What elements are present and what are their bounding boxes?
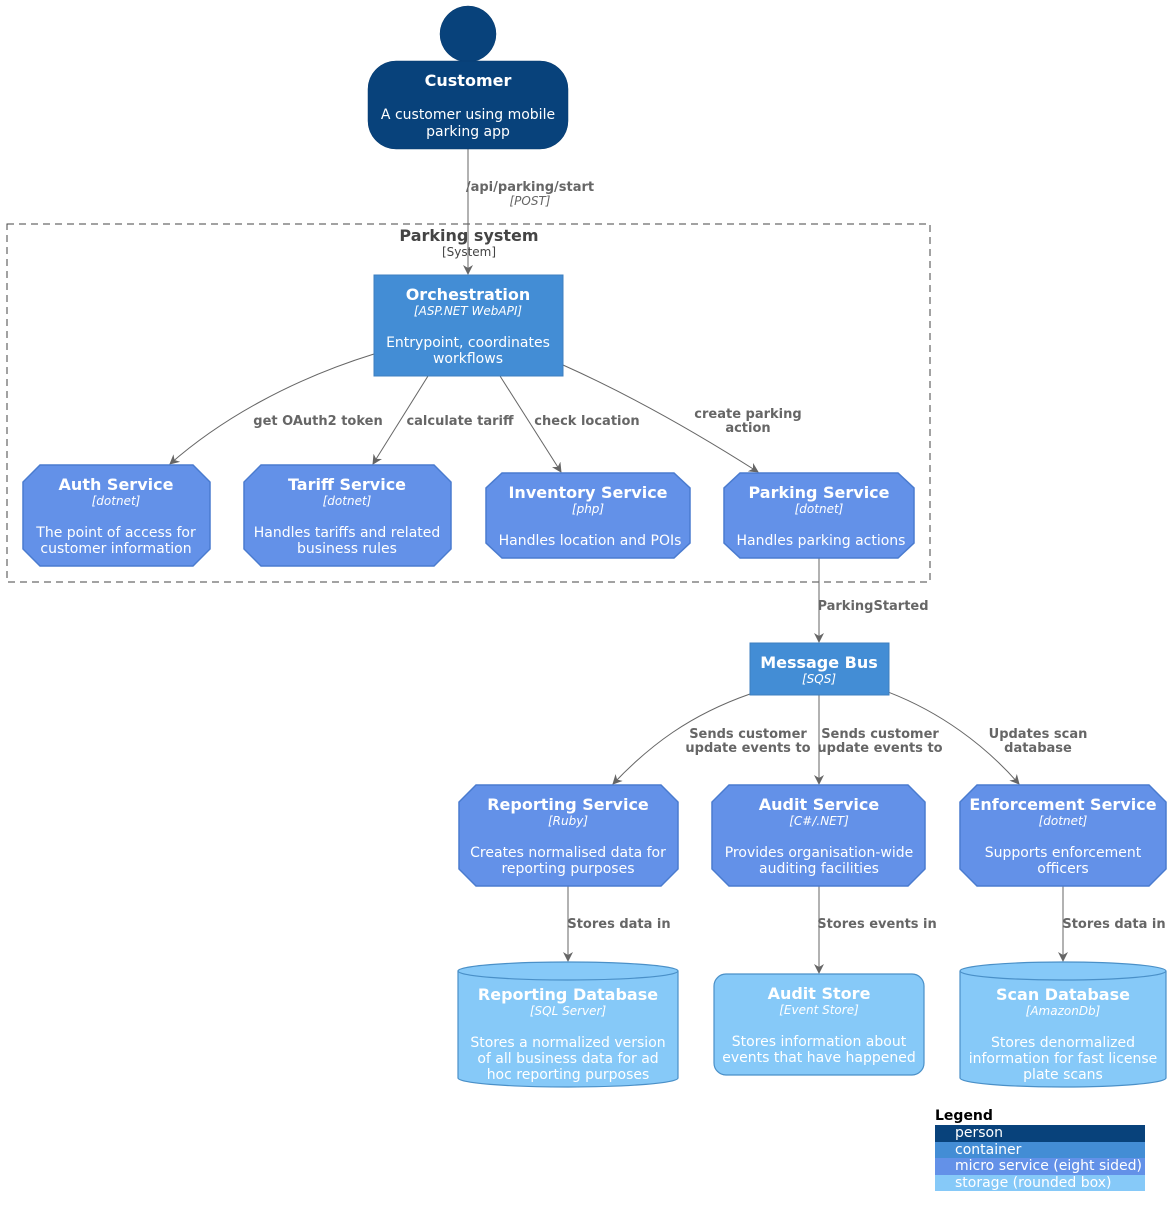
edge-label: /api/parking/start xyxy=(466,180,594,195)
node-title: Inventory Service xyxy=(508,483,667,502)
node-tech: [dotnet] xyxy=(795,502,844,516)
edge-label: Sends customer xyxy=(821,727,939,742)
node-description: customer information xyxy=(40,541,191,557)
node-tech: [dotnet] xyxy=(1039,814,1088,828)
node-tech: [SQS] xyxy=(802,672,836,686)
legend-item-person: person xyxy=(935,1125,1145,1142)
node-tech: [ASP.NET WebAPI] xyxy=(414,304,522,318)
node-tech: [dotnet] xyxy=(323,494,372,508)
legend-item-storage: storage (rounded box) xyxy=(935,1174,1145,1191)
node-description: A customer using mobile xyxy=(381,107,555,123)
node-description: events that have happened xyxy=(722,1050,916,1066)
store-audit[interactable]: Audit Store [Event Store] Stores informa… xyxy=(713,973,925,1076)
edge-reporting-database[interactable]: Stores data in xyxy=(563,886,671,962)
edge-parking-messagebus[interactable]: ParkingStarted xyxy=(814,558,929,643)
node-title: Parking Service xyxy=(748,483,889,502)
node-description: Handles tariffs and related xyxy=(254,525,441,541)
node-description: plate scans xyxy=(1023,1067,1103,1083)
node-tech: [C#/.NET] xyxy=(789,814,849,828)
service-reporting[interactable]: Reporting Service [Ruby] Creates normali… xyxy=(458,784,679,887)
boundary-type: [System] xyxy=(442,245,496,259)
edge-label: ParkingStarted xyxy=(817,599,928,614)
node-description: Supports enforcement xyxy=(985,845,1142,861)
node-title: Reporting Database xyxy=(478,985,658,1004)
node-title: Auth Service xyxy=(59,475,174,494)
node-description: Creates normalised data for xyxy=(470,845,666,861)
edge-messagebus-reporting[interactable]: Sends customer update events to xyxy=(612,693,811,785)
boundary-title: Parking system xyxy=(399,226,538,245)
legend-item-micro-service: micro service (eight sided) xyxy=(935,1158,1145,1175)
database-scan[interactable]: Scan Database [AmazonDb] Stores denormal… xyxy=(959,961,1167,1088)
node-description: workflows xyxy=(433,351,503,367)
node-description: Stores denormalized xyxy=(991,1035,1135,1051)
edge-label: Sends customer xyxy=(689,727,807,742)
node-description: Handles parking actions xyxy=(737,533,906,549)
node-description: of all business data for ad xyxy=(477,1051,658,1067)
node-title: Scan Database xyxy=(996,985,1130,1004)
node-description: information for fast license xyxy=(969,1051,1158,1067)
legend-item-container: container xyxy=(935,1141,1145,1158)
legend-title: Legend xyxy=(935,1108,993,1124)
edge-label: get OAuth2 token xyxy=(253,414,382,429)
node-description: parking app xyxy=(426,124,510,140)
edge-label: Stores events in xyxy=(817,917,937,932)
node-tech: [php] xyxy=(572,502,605,516)
edge-label: create parking xyxy=(694,407,801,422)
architecture-diagram: Parking system [System] /api/parking/sta… xyxy=(6,5,1167,1088)
node-tech: [dotnet] xyxy=(92,494,141,508)
node-title: Orchestration xyxy=(406,285,531,304)
edge-enforcement-database[interactable]: Stores data in xyxy=(1058,886,1166,962)
person-head-icon xyxy=(439,5,497,63)
node-title: Tariff Service xyxy=(288,475,406,494)
node-description: officers xyxy=(1037,861,1088,877)
node-title: Customer xyxy=(425,71,512,90)
node-description: The point of access for xyxy=(35,525,196,541)
node-title: Enforcement Service xyxy=(969,795,1156,814)
service-audit[interactable]: Audit Service [C#/.NET] Provides organis… xyxy=(711,784,926,887)
edge-label: calculate tariff xyxy=(406,414,514,429)
node-title: Audit Store xyxy=(768,984,871,1003)
edge-label: update events to xyxy=(817,741,942,756)
node-title: Audit Service xyxy=(759,795,880,814)
node-description: Stores a normalized version xyxy=(470,1035,665,1051)
node-description: Provides organisation-wide xyxy=(725,845,914,861)
node-description: Handles location and POIs xyxy=(499,533,682,549)
node-tech: [Ruby] xyxy=(548,814,588,828)
service-auth[interactable]: Auth Service [dotnet] The point of acces… xyxy=(22,464,211,567)
edge-label: check location xyxy=(534,414,639,429)
edge-orchestration-inventory[interactable]: check location xyxy=(499,375,640,473)
container-orchestration[interactable]: Orchestration [ASP.NET WebAPI] Entrypoin… xyxy=(373,274,564,377)
service-parking[interactable]: Parking Service [dotnet] Handles parking… xyxy=(723,472,915,559)
person-customer[interactable]: Customer A customer using mobile parking… xyxy=(367,5,569,150)
node-description: reporting purposes xyxy=(501,861,634,877)
edge-label: action xyxy=(725,421,770,436)
node-title: Message Bus xyxy=(760,653,878,672)
node-title: Reporting Service xyxy=(487,795,649,814)
node-description: auditing facilities xyxy=(759,861,879,877)
service-tariff[interactable]: Tariff Service [dotnet] Handles tariffs … xyxy=(243,464,452,567)
edge-label: database xyxy=(1004,741,1072,756)
node-description: hoc reporting purposes xyxy=(487,1067,650,1083)
edge-orchestration-auth[interactable]: get OAuth2 token xyxy=(169,353,383,465)
edge-label: Updates scan xyxy=(989,727,1088,742)
container-message-bus[interactable]: Message Bus [SQS] xyxy=(749,642,890,696)
node-tech: [AmazonDb] xyxy=(1026,1004,1101,1018)
service-enforcement[interactable]: Enforcement Service [dotnet] Supports en… xyxy=(959,784,1167,887)
node-tech: [Event Store] xyxy=(779,1003,859,1017)
legend: Legend person container micro service (e… xyxy=(935,1108,1145,1191)
edge-label: update events to xyxy=(685,741,810,756)
node-description: business rules xyxy=(297,541,397,557)
edge-audit-store[interactable]: Stores events in xyxy=(814,886,937,974)
edge-label: Stores data in xyxy=(567,917,670,932)
edge-label: Stores data in xyxy=(1062,917,1165,932)
service-inventory[interactable]: Inventory Service [php] Handles location… xyxy=(485,472,691,559)
edge-line xyxy=(169,353,375,465)
edge-orchestration-tariff[interactable]: calculate tariff xyxy=(372,375,514,465)
database-reporting[interactable]: Reporting Database [SQL Server] Stores a… xyxy=(457,961,679,1088)
node-description: Stores information about xyxy=(732,1034,907,1050)
node-description: Entrypoint, coordinates xyxy=(386,335,550,351)
node-tech: [SQL Server] xyxy=(530,1004,607,1018)
edge-tech: [POST] xyxy=(510,194,551,208)
